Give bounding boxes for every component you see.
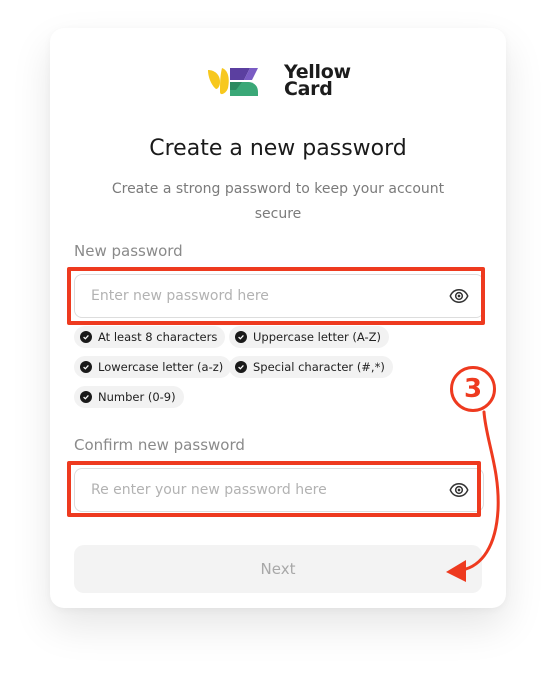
requirement-chip: At least 8 characters: [74, 326, 226, 348]
step-number-badge: 3: [450, 366, 496, 412]
new-password-label: New password: [74, 242, 183, 260]
page-title: Create a new password: [149, 136, 407, 161]
eye-icon[interactable]: [449, 480, 469, 500]
requirement-label: At least 8 characters: [98, 330, 218, 344]
page-subtitle: Create a strong password to keep your ac…: [111, 181, 445, 222]
password-card: Yellow Card Create a new password Create…: [50, 28, 506, 608]
requirement-label: Uppercase letter (A-Z): [253, 330, 382, 344]
logo-mark-icon: [208, 68, 258, 96]
requirement-chip: Uppercase letter (A-Z): [229, 326, 390, 348]
check-icon: [80, 361, 92, 373]
requirement-chip: Special character (#,*): [229, 356, 393, 378]
check-icon: [80, 331, 92, 343]
requirement-label: Lowercase letter (a-z): [98, 360, 224, 374]
yellow-card-logo: Yellow Card: [206, 63, 351, 100]
logo-text-line2: Card: [284, 78, 333, 100]
confirm-password-label: Confirm new password: [74, 436, 245, 454]
requirement-chip: Number (0-9): [74, 386, 184, 408]
new-password-field-wrapper: [74, 274, 484, 318]
requirement-label: Number (0-9): [98, 390, 176, 404]
check-icon: [235, 361, 247, 373]
check-icon: [80, 391, 92, 403]
confirm-password-input[interactable]: [75, 469, 415, 511]
new-password-input[interactable]: [75, 275, 415, 317]
requirement-chip: Lowercase letter (a-z): [74, 356, 232, 378]
check-icon: [235, 331, 247, 343]
next-button[interactable]: Next: [74, 545, 482, 593]
requirement-label: Special character (#,*): [253, 360, 385, 374]
eye-icon[interactable]: [449, 286, 469, 306]
confirm-password-field-wrapper: [74, 468, 484, 512]
